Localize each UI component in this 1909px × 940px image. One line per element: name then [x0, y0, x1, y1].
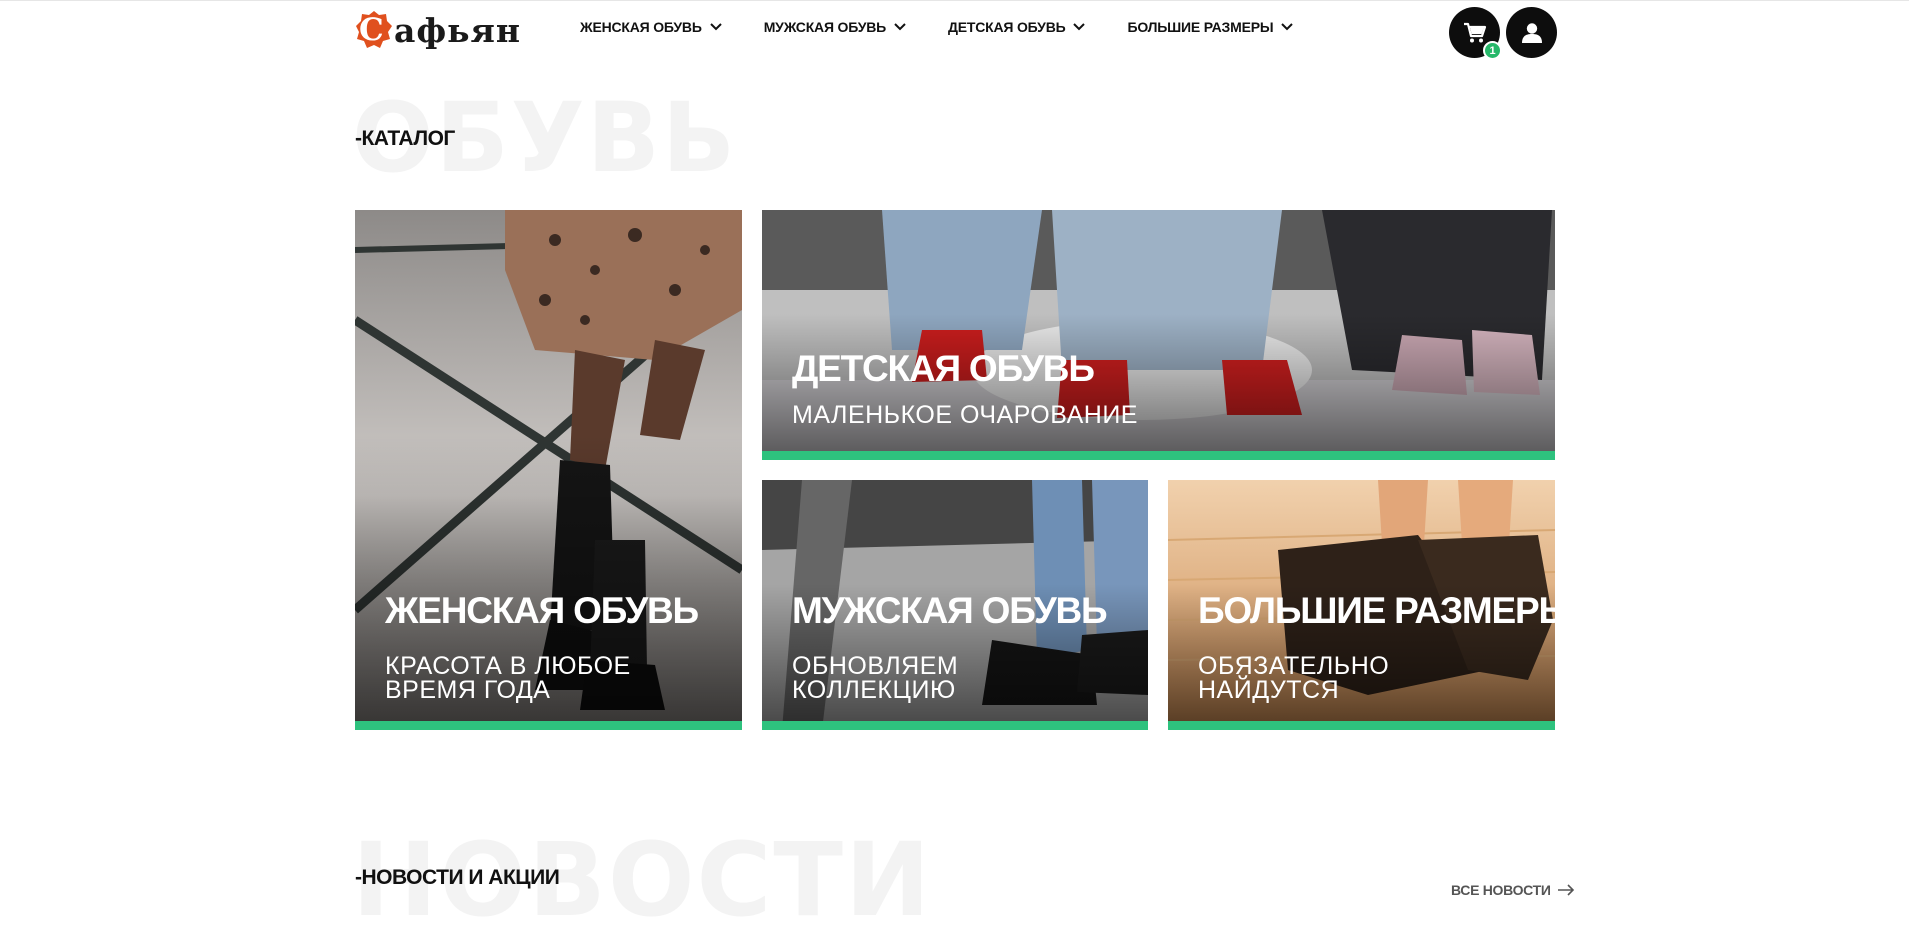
chevron-down-icon [710, 23, 722, 31]
tile-title: МУЖСКАЯ ОБУВЬ [792, 590, 1108, 631]
news-title: -НОВОСТИ И АКЦИИ [355, 866, 560, 889]
site-header: С афьян ЖЕНСКАЯ ОБУВЬ МУЖСКАЯ ОБУВЬ ДЕТС… [0, 1, 1909, 60]
category-tile-big-sizes[interactable]: БОЛЬШИЕ РАЗМЕРЫ ОБЯЗАТЕЛЬНО НАЙДУТСЯ [1168, 480, 1555, 730]
category-tile-kids[interactable]: ДЕТСКАЯ ОБУВЬ МАЛЕНЬКОЕ ОЧАРОВАНИЕ [762, 210, 1555, 460]
category-tile-men[interactable]: МУЖСКАЯ ОБУВЬ ОБНОВЛЯЕМ КОЛЛЕКЦИЮ [762, 480, 1148, 730]
tile-accent-bar [762, 451, 1555, 460]
logo-text: афьян [394, 10, 522, 50]
arrow-right-icon [1557, 884, 1574, 896]
chevron-down-icon [894, 23, 906, 31]
tile-title: БОЛЬШИЕ РАЗМЕРЫ [1198, 590, 1555, 631]
site-logo[interactable]: С афьян [355, 9, 521, 51]
tile-subtitle-line1: МАЛЕНЬКОЕ ОЧАРОВАНИЕ [792, 401, 1138, 429]
all-news-link[interactable]: ВСЕ НОВОСТИ [1451, 882, 1575, 898]
tile-title: ДЕТСКАЯ ОБУВЬ [792, 348, 1095, 389]
tile-accent-bar [762, 721, 1148, 730]
tile-accent-bar [1168, 721, 1555, 730]
tile-accent-bar [355, 721, 742, 730]
cart-count-badge: 1 [1483, 41, 1502, 60]
tile-subtitle-line2: НАЙДУТСЯ [1198, 676, 1340, 704]
nav-item-men[interactable]: МУЖСКАЯ ОБУВЬ [764, 19, 906, 35]
tile-subtitle-line2: ВРЕМЯ ГОДА [385, 676, 551, 704]
account-button[interactable] [1506, 7, 1557, 58]
all-news-label: ВСЕ НОВОСТИ [1451, 882, 1551, 898]
nav-item-kids[interactable]: ДЕТСКАЯ ОБУВЬ [948, 19, 1086, 35]
nav-item-women[interactable]: ЖЕНСКАЯ ОБУВЬ [580, 19, 722, 35]
user-icon [1521, 22, 1542, 43]
tile-subtitle-line2: КОЛЛЕКЦИЮ [792, 676, 956, 704]
nav-item-label: БОЛЬШИЕ РАЗМЕРЫ [1127, 19, 1274, 35]
nav-item-label: ДЕТСКАЯ ОБУВЬ [948, 19, 1066, 35]
nav-item-big-sizes[interactable]: БОЛЬШИЕ РАЗМЕРЫ [1127, 19, 1294, 35]
logo-badge-icon: С [355, 10, 393, 50]
logo-letter: С [359, 12, 384, 48]
tile-title: ЖЕНСКАЯ ОБУВЬ [385, 590, 699, 631]
main-nav: ЖЕНСКАЯ ОБУВЬ МУЖСКАЯ ОБУВЬ ДЕТСКАЯ ОБУВ… [580, 19, 1335, 35]
catalog-title: -КАТАЛОГ [355, 127, 455, 150]
nav-item-label: ЖЕНСКАЯ ОБУВЬ [580, 19, 702, 35]
nav-item-label: МУЖСКАЯ ОБУВЬ [763, 19, 886, 35]
cart-button[interactable]: 1 [1449, 7, 1502, 60]
category-tile-women[interactable]: ЖЕНСКАЯ ОБУВЬ КРАСОТА В ЛЮБОЕ ВРЕМЯ ГОДА [355, 210, 742, 730]
chevron-down-icon [1073, 23, 1086, 31]
cart-icon [1463, 22, 1486, 42]
chevron-down-icon [1281, 23, 1294, 31]
